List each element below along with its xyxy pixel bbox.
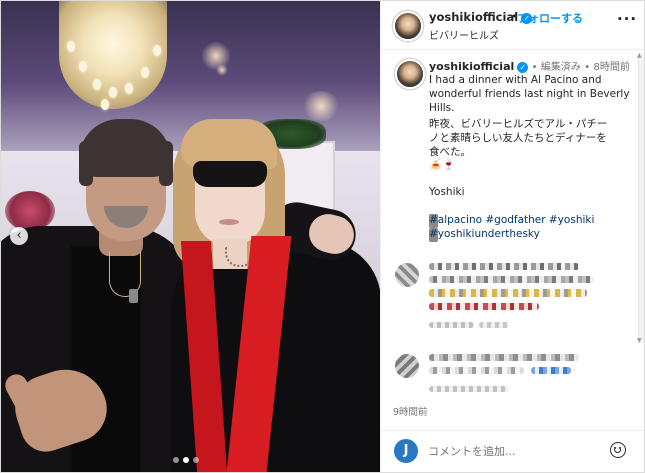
sunglasses	[193, 161, 267, 187]
scrollbar[interactable]	[638, 53, 644, 343]
post-time[interactable]: 8時間前	[593, 62, 629, 73]
separator-dot: •	[584, 62, 591, 73]
carousel-dots	[173, 457, 199, 463]
man-hair	[159, 141, 173, 186]
post-modal: ‹ yoshikiofficial ✓ • フォローする ビバリーヒルズ ··· …	[0, 0, 645, 473]
censored-text	[429, 276, 594, 283]
current-user-avatar[interactable]: J	[394, 439, 418, 463]
caption-username[interactable]: yoshikiofficial	[429, 60, 514, 73]
caption-line: Hills.	[429, 102, 455, 114]
comments-scroll-area[interactable]: yoshikiofficial ✓ • 編集済み • 8時間前 I had a d…	[381, 50, 644, 430]
username-text[interactable]: yoshikiofficial	[429, 10, 518, 24]
edited-label: 編集済み	[540, 62, 581, 73]
scroll-up-arrow-icon[interactable]: ▲	[637, 52, 642, 59]
smiley-face-icon[interactable]	[610, 442, 626, 458]
caption-line: I had a dinner with Al Pacino and	[429, 74, 602, 86]
caption-emoji: 🍝🍷	[429, 159, 456, 171]
post-header: yoshikiofficial ✓ • フォローする ビバリーヒルズ ···	[381, 1, 644, 50]
caption-line: 昨夜、ビバリーヒルズでアル・パチー	[429, 118, 608, 130]
dog-tag	[129, 289, 138, 303]
caption-line: wonderful friends last night in Beverly	[429, 88, 630, 100]
yoshiki-lips	[219, 219, 239, 225]
censored-text	[429, 367, 524, 374]
caption-signature: Yoshiki	[429, 186, 465, 198]
verified-badge-icon: ✓	[517, 62, 529, 73]
post-side-panel: yoshikiofficial ✓ • フォローする ビバリーヒルズ ··· yo…	[380, 1, 644, 472]
post-timestamp[interactable]: 9時間前	[393, 404, 428, 418]
chandelier-bead	[125, 83, 133, 94]
censored-meta	[429, 386, 509, 392]
ceiling-light	[301, 91, 341, 121]
censored-emoji	[429, 303, 539, 310]
chandelier-bead	[141, 67, 149, 78]
censored-text	[429, 354, 579, 361]
caption-hashtags[interactable]: #yoshikiunderthesky	[429, 228, 540, 242]
separator-dot: •	[531, 62, 538, 73]
caption-header: yoshikiofficial ✓ • 編集済み • 8時間前	[429, 58, 630, 73]
caption-avatar[interactable]	[395, 59, 425, 89]
carousel-dot	[173, 457, 179, 463]
flower-arrangement	[5, 191, 55, 231]
caption-hashtags[interactable]: #alpacino #godfather #yoshiki	[429, 214, 594, 228]
caption-line: 食べた。	[429, 146, 471, 158]
post-photo[interactable]: ‹	[1, 1, 380, 472]
chandelier-bead	[93, 79, 101, 90]
censored-emoji	[429, 289, 587, 297]
avatar[interactable]	[393, 11, 423, 41]
comment-bar: J	[381, 430, 644, 472]
location-link[interactable]: ビバリーヒルズ	[429, 27, 499, 42]
scroll-down-arrow-icon[interactable]: ▼	[637, 337, 642, 344]
censored-avatar	[395, 263, 419, 287]
chandelier-bead	[79, 61, 87, 72]
censored-meta	[479, 322, 509, 328]
censored-emoji	[531, 367, 571, 374]
follow-button[interactable]: フォローする	[517, 10, 583, 26]
comment-input[interactable]	[428, 443, 588, 459]
censored-meta	[429, 322, 474, 328]
censored-avatar	[395, 354, 419, 378]
caption-line: ノと素晴らしい友人たちとディナーを	[429, 132, 607, 144]
more-options-icon[interactable]: ···	[617, 10, 637, 28]
carousel-dot-active	[183, 457, 189, 463]
ceiling-light	[216, 64, 228, 76]
chandelier-bead	[109, 87, 117, 98]
chandelier-bead	[153, 45, 161, 56]
chandelier-bead	[67, 41, 75, 52]
carousel-dot	[193, 457, 199, 463]
chandelier-bead	[101, 99, 109, 110]
censored-text	[429, 263, 579, 270]
carousel-prev-button[interactable]: ‹	[10, 227, 28, 245]
man-hair	[79, 141, 93, 186]
